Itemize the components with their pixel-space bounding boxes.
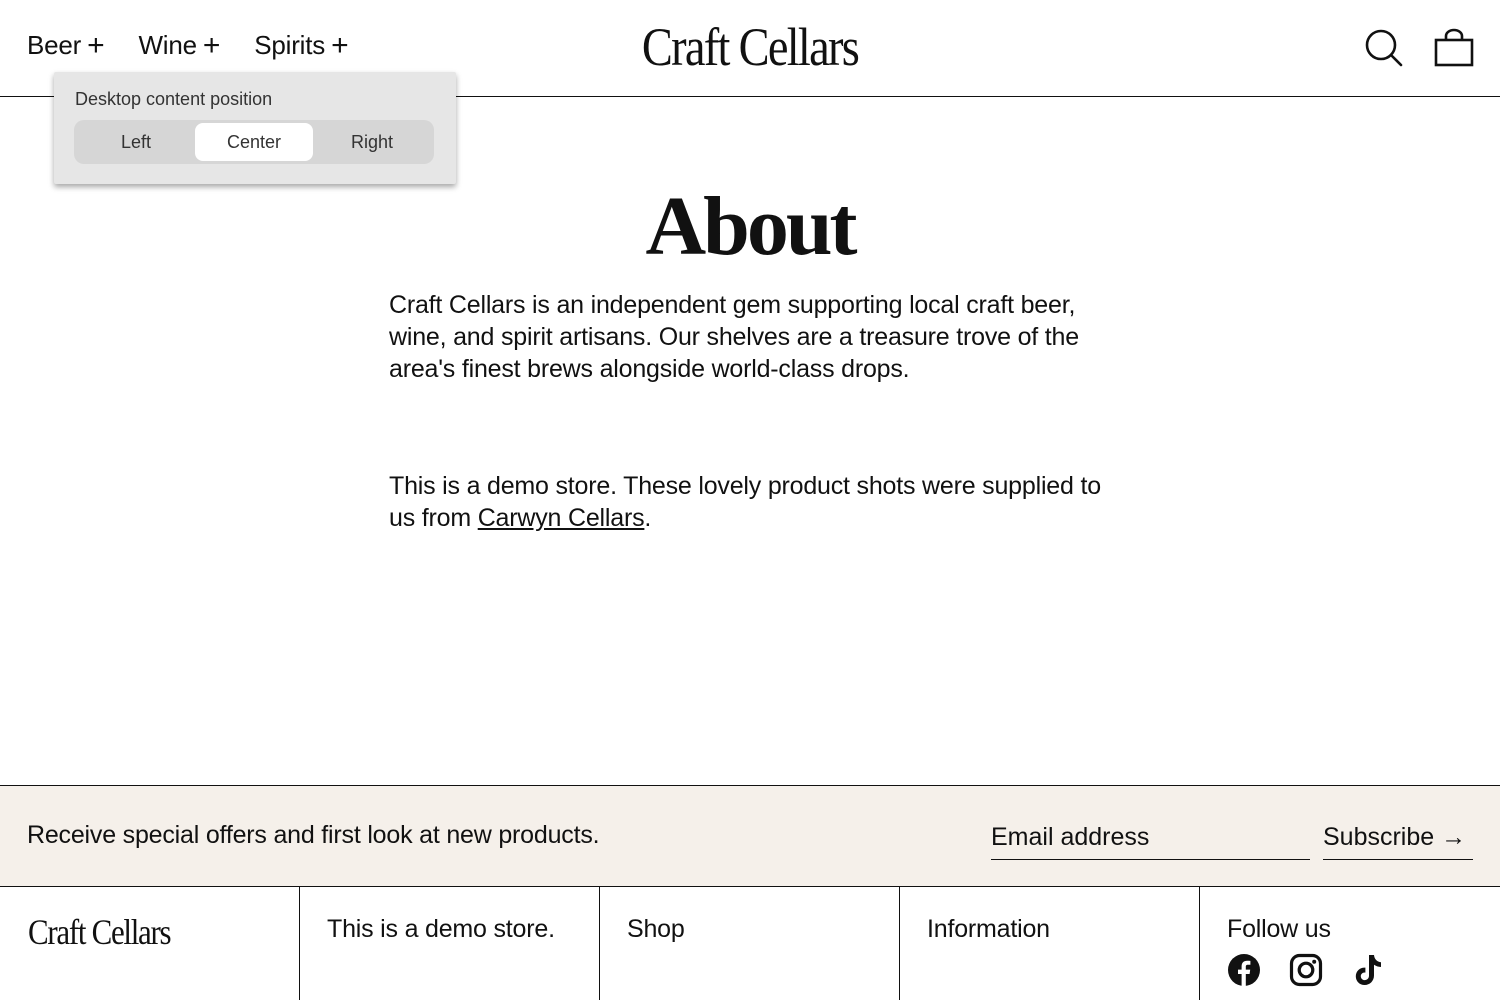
footer-col-logo: Craft Cellars (0, 887, 300, 1000)
footer-shop-heading: Shop (627, 915, 685, 943)
position-option-right[interactable]: Right (313, 123, 431, 161)
content-position-popup: Desktop content position Left Center Rig… (54, 72, 456, 184)
position-option-left[interactable]: Left (77, 123, 195, 161)
footer-logo[interactable]: Craft Cellars (28, 911, 172, 953)
nav-item-label: Beer (27, 30, 82, 60)
search-icon[interactable] (1364, 28, 1404, 68)
site-logo[interactable]: Craft Cellars (105, 16, 1395, 78)
tiktok-icon[interactable] (1351, 953, 1385, 987)
popup-title: Desktop content position (75, 89, 273, 109)
social-links (1227, 953, 1385, 987)
position-option-center[interactable]: Center (195, 123, 313, 161)
demo-text-end: . (644, 504, 652, 532)
footer-col-information: Information (900, 887, 1200, 1000)
demo-paragraph: This is a demo store. These lovely produ… (389, 470, 1119, 534)
newsletter-bar: Receive special offers and first look at… (0, 785, 1500, 887)
facebook-icon[interactable] (1227, 953, 1261, 987)
header-icons (1364, 28, 1474, 68)
footer-demo-text: This is a demo store. (327, 915, 555, 943)
position-segmented-control: Left Center Right (74, 120, 434, 164)
subscribe-button[interactable]: Subscribe → (1323, 816, 1473, 860)
email-field[interactable] (991, 816, 1310, 860)
instagram-icon[interactable] (1289, 953, 1323, 987)
cart-bag-icon[interactable] (1434, 28, 1474, 68)
about-paragraph: Craft Cellars is an independent gem supp… (389, 291, 1079, 383)
footer-col-about: This is a demo store. (300, 887, 600, 1000)
footer-follow-heading: Follow us (1227, 915, 1331, 943)
footer-information-heading: Information (927, 915, 1050, 943)
plus-icon: + (87, 28, 105, 62)
footer-col-follow: Follow us (1200, 887, 1500, 1000)
carwyn-cellars-link[interactable]: Carwyn Cellars (478, 504, 645, 532)
site-footer: Craft Cellars This is a demo store. Shop… (0, 887, 1500, 1000)
newsletter-text: Receive special offers and first look at… (27, 821, 600, 849)
page-title: About (645, 180, 857, 273)
nav-item-beer[interactable]: Beer + (27, 28, 105, 62)
footer-col-shop: Shop (600, 887, 900, 1000)
